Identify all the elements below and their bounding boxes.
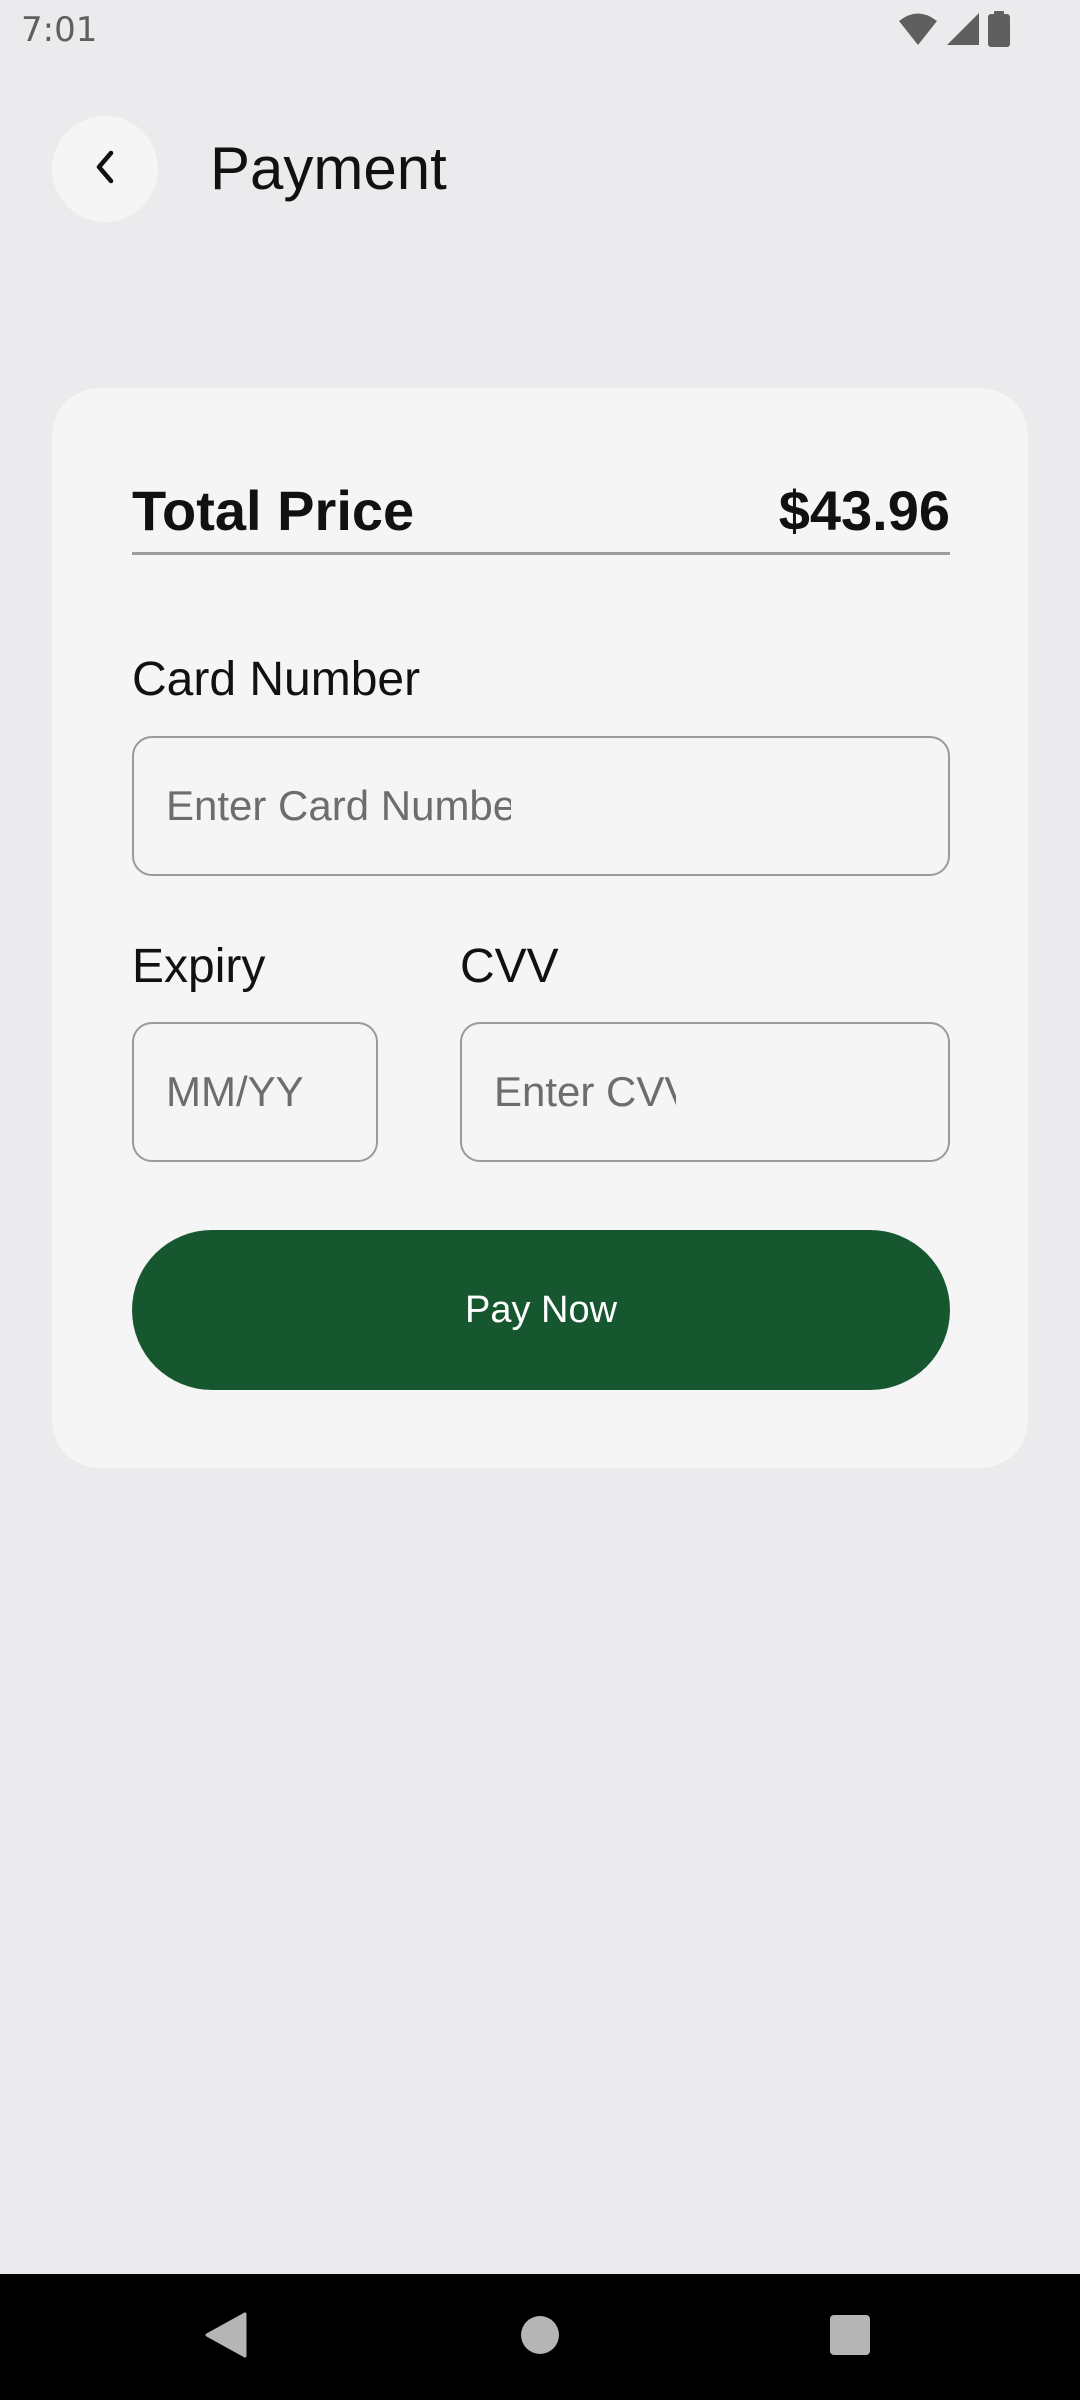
- card-number-label: Card Number: [132, 653, 421, 706]
- back-triangle-icon: [205, 2312, 247, 2363]
- status-icons: [898, 10, 1010, 52]
- back-button[interactable]: [52, 116, 158, 222]
- home-circle-icon: [520, 2315, 560, 2360]
- system-nav-bar: [0, 2274, 1080, 2400]
- cvv-label: CVV: [460, 940, 559, 993]
- chevron-left-icon: [91, 147, 119, 192]
- header: Payment: [0, 110, 1080, 230]
- battery-icon: [988, 10, 1010, 52]
- total-price-row: Total Price $43.96: [132, 478, 950, 555]
- nav-home-button[interactable]: [480, 2274, 600, 2400]
- card-number-input[interactable]: [166, 738, 511, 874]
- cellular-signal-icon: [946, 12, 980, 51]
- nav-back-button[interactable]: [166, 2274, 286, 2400]
- total-price-label: Total Price: [132, 479, 415, 542]
- recents-square-icon: [830, 2314, 870, 2360]
- expiry-input[interactable]: [166, 1024, 356, 1160]
- wifi-icon: [898, 12, 938, 51]
- status-bar: 7:01: [0, 0, 1080, 64]
- pay-now-button[interactable]: Pay Now: [132, 1230, 950, 1390]
- card-number-field[interactable]: [132, 736, 950, 876]
- cvv-input[interactable]: [494, 1024, 676, 1160]
- nav-recents-button[interactable]: [790, 2274, 910, 2400]
- cvv-field[interactable]: [460, 1022, 950, 1162]
- payment-card: Total Price $43.96 Card Number Expiry CV…: [52, 388, 1028, 1468]
- total-price-value: $43.96: [778, 479, 950, 542]
- expiry-label: Expiry: [132, 940, 266, 993]
- expiry-field[interactable]: [132, 1022, 378, 1162]
- status-time: 7:01: [21, 10, 98, 50]
- pay-now-label: Pay Now: [464, 1288, 618, 1331]
- page-title: Payment: [210, 135, 447, 202]
